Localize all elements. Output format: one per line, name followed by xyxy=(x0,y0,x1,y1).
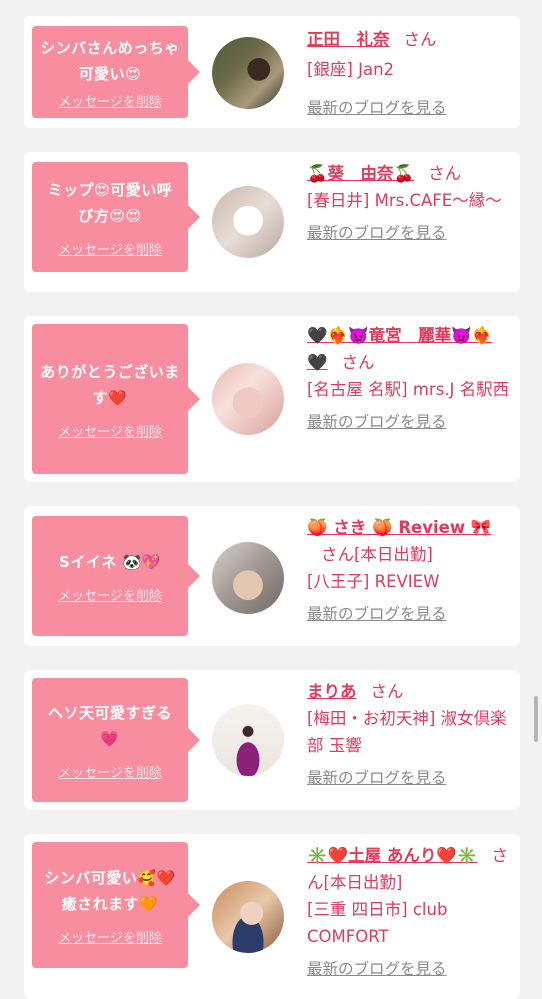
avatar[interactable] xyxy=(212,186,284,258)
cast-info: 🖤❤️‍🔥👿竜宮 麗華👿❤️‍🔥🖤 さん [名古屋 名駅] mrs.J 名駅西 最… xyxy=(307,322,512,436)
latest-blog-link[interactable]: 最新のブログを見る xyxy=(307,601,512,628)
delete-message-link[interactable]: メッセージを削除 xyxy=(58,239,162,258)
message-text: Sイイネ 🐼💖 xyxy=(59,552,161,571)
avatar[interactable] xyxy=(212,37,284,109)
avatar[interactable] xyxy=(212,542,284,614)
message-card: Sイイネ 🐼💖 メッセージを削除 🍑 さき 🍑 Review 🎀 さん[本日出勤]… xyxy=(24,506,520,646)
honorific: さん[本日出勤] xyxy=(321,545,433,564)
scrollbar[interactable] xyxy=(534,696,538,742)
message-text: ミップ😍可愛い呼び方😍😍 xyxy=(47,180,173,225)
message-bubble: ヘソ天可愛すぎる💗 メッセージを削除 xyxy=(32,678,200,802)
message-text: ヘソ天可愛すぎる💗 xyxy=(47,703,172,748)
message-bubble: ミップ😍可愛い呼び方😍😍 メッセージを削除 xyxy=(32,162,200,272)
avatar[interactable] xyxy=(212,363,284,435)
message-bubble: ありがとうございます❤️ メッセージを削除 xyxy=(32,324,200,474)
message-card: シンバ可愛い🥰❤️癒されます🧡 メッセージを削除 ✳️❤️土屋 あんり❤️✳️ さ… xyxy=(24,834,520,999)
avatar[interactable] xyxy=(212,881,284,953)
honorific: さん xyxy=(370,682,404,701)
shop-label: [名古屋 名駅] mrs.J 名駅西 xyxy=(307,380,510,399)
message-card: ありがとうございます❤️ メッセージを削除 🖤❤️‍🔥👿竜宮 麗華👿❤️‍🔥🖤 さ… xyxy=(24,316,520,482)
latest-blog-link[interactable]: 最新のブログを見る xyxy=(307,765,512,792)
delete-message-link[interactable]: メッセージを削除 xyxy=(58,421,162,440)
cast-name-link[interactable]: ✳️❤️土屋 あんり❤️✳️ xyxy=(307,846,477,865)
honorific: さん xyxy=(428,164,462,183)
message-card: ミップ😍可愛い呼び方😍😍 メッセージを削除 🍒葵 由奈🍒 さん [春日井] Mrs… xyxy=(24,152,520,292)
cast-info: 🍑 さき 🍑 Review 🎀 さん[本日出勤] [八王子] REVIEW 最新の… xyxy=(307,514,512,628)
avatar[interactable] xyxy=(212,704,284,776)
shop-label: [春日井] Mrs.CAFE〜縁〜 xyxy=(307,191,502,210)
delete-message-link[interactable]: メッセージを削除 xyxy=(58,927,162,946)
message-card: シンバさんめっちゃ可愛い😍 メッセージを削除 正田 礼奈 さん [銀座] Jan2… xyxy=(24,16,520,128)
honorific: さん xyxy=(341,353,375,372)
cast-name-link[interactable]: まりあ xyxy=(307,682,357,701)
cast-info: 正田 礼奈 さん [銀座] Jan2 最新のブログを見る xyxy=(307,26,512,122)
shop-label: [銀座] Jan2 xyxy=(307,60,395,79)
latest-blog-link[interactable]: 最新のブログを見る xyxy=(307,409,512,436)
latest-blog-link[interactable]: 最新のブログを見る xyxy=(307,956,512,983)
shop-label: [三重 四日市] club COMFORT xyxy=(307,900,448,946)
shop-label: [梅田・お初天神] 淑女倶楽部 玉響 xyxy=(307,709,507,755)
delete-message-link[interactable]: メッセージを削除 xyxy=(58,91,162,110)
delete-message-link[interactable]: メッセージを削除 xyxy=(58,762,162,781)
cast-info: 🍒葵 由奈🍒 さん [春日井] Mrs.CAFE〜縁〜 最新のブログを見る xyxy=(307,160,512,247)
latest-blog-link[interactable]: 最新のブログを見る xyxy=(307,95,512,122)
message-bubble: Sイイネ 🐼💖 メッセージを削除 xyxy=(32,516,200,636)
message-bubble: シンバ可愛い🥰❤️癒されます🧡 メッセージを削除 xyxy=(32,842,200,968)
cast-name-link[interactable]: 🍑 さき 🍑 Review 🎀 xyxy=(307,518,491,537)
message-card: ヘソ天可愛すぎる💗 メッセージを削除 まりあ さん [梅田・お初天神] 淑女倶楽部… xyxy=(24,670,520,810)
cast-info: まりあ さん [梅田・お初天神] 淑女倶楽部 玉響 最新のブログを見る xyxy=(307,678,512,792)
latest-blog-link[interactable]: 最新のブログを見る xyxy=(307,220,512,247)
cast-name-link[interactable]: 正田 礼奈 xyxy=(307,30,390,49)
message-text: ありがとうございます❤️ xyxy=(40,362,180,407)
cast-name-link[interactable]: 🍒葵 由奈🍒 xyxy=(307,164,414,183)
delete-message-link[interactable]: メッセージを削除 xyxy=(58,585,162,604)
message-text: シンバ可愛い🥰❤️癒されます🧡 xyxy=(44,868,176,913)
cast-name-link[interactable]: 🖤❤️‍🔥👿竜宮 麗華👿❤️‍🔥🖤 xyxy=(307,326,492,372)
shop-label: [八王子] REVIEW xyxy=(307,572,440,591)
honorific: さん xyxy=(403,30,437,49)
message-bubble: シンバさんめっちゃ可愛い😍 メッセージを削除 xyxy=(32,26,200,118)
cast-info: ✳️❤️土屋 あんり❤️✳️ さん[本日出勤] [三重 四日市] club COM… xyxy=(307,842,512,983)
message-text: シンバさんめっちゃ可愛い😍 xyxy=(40,38,180,83)
